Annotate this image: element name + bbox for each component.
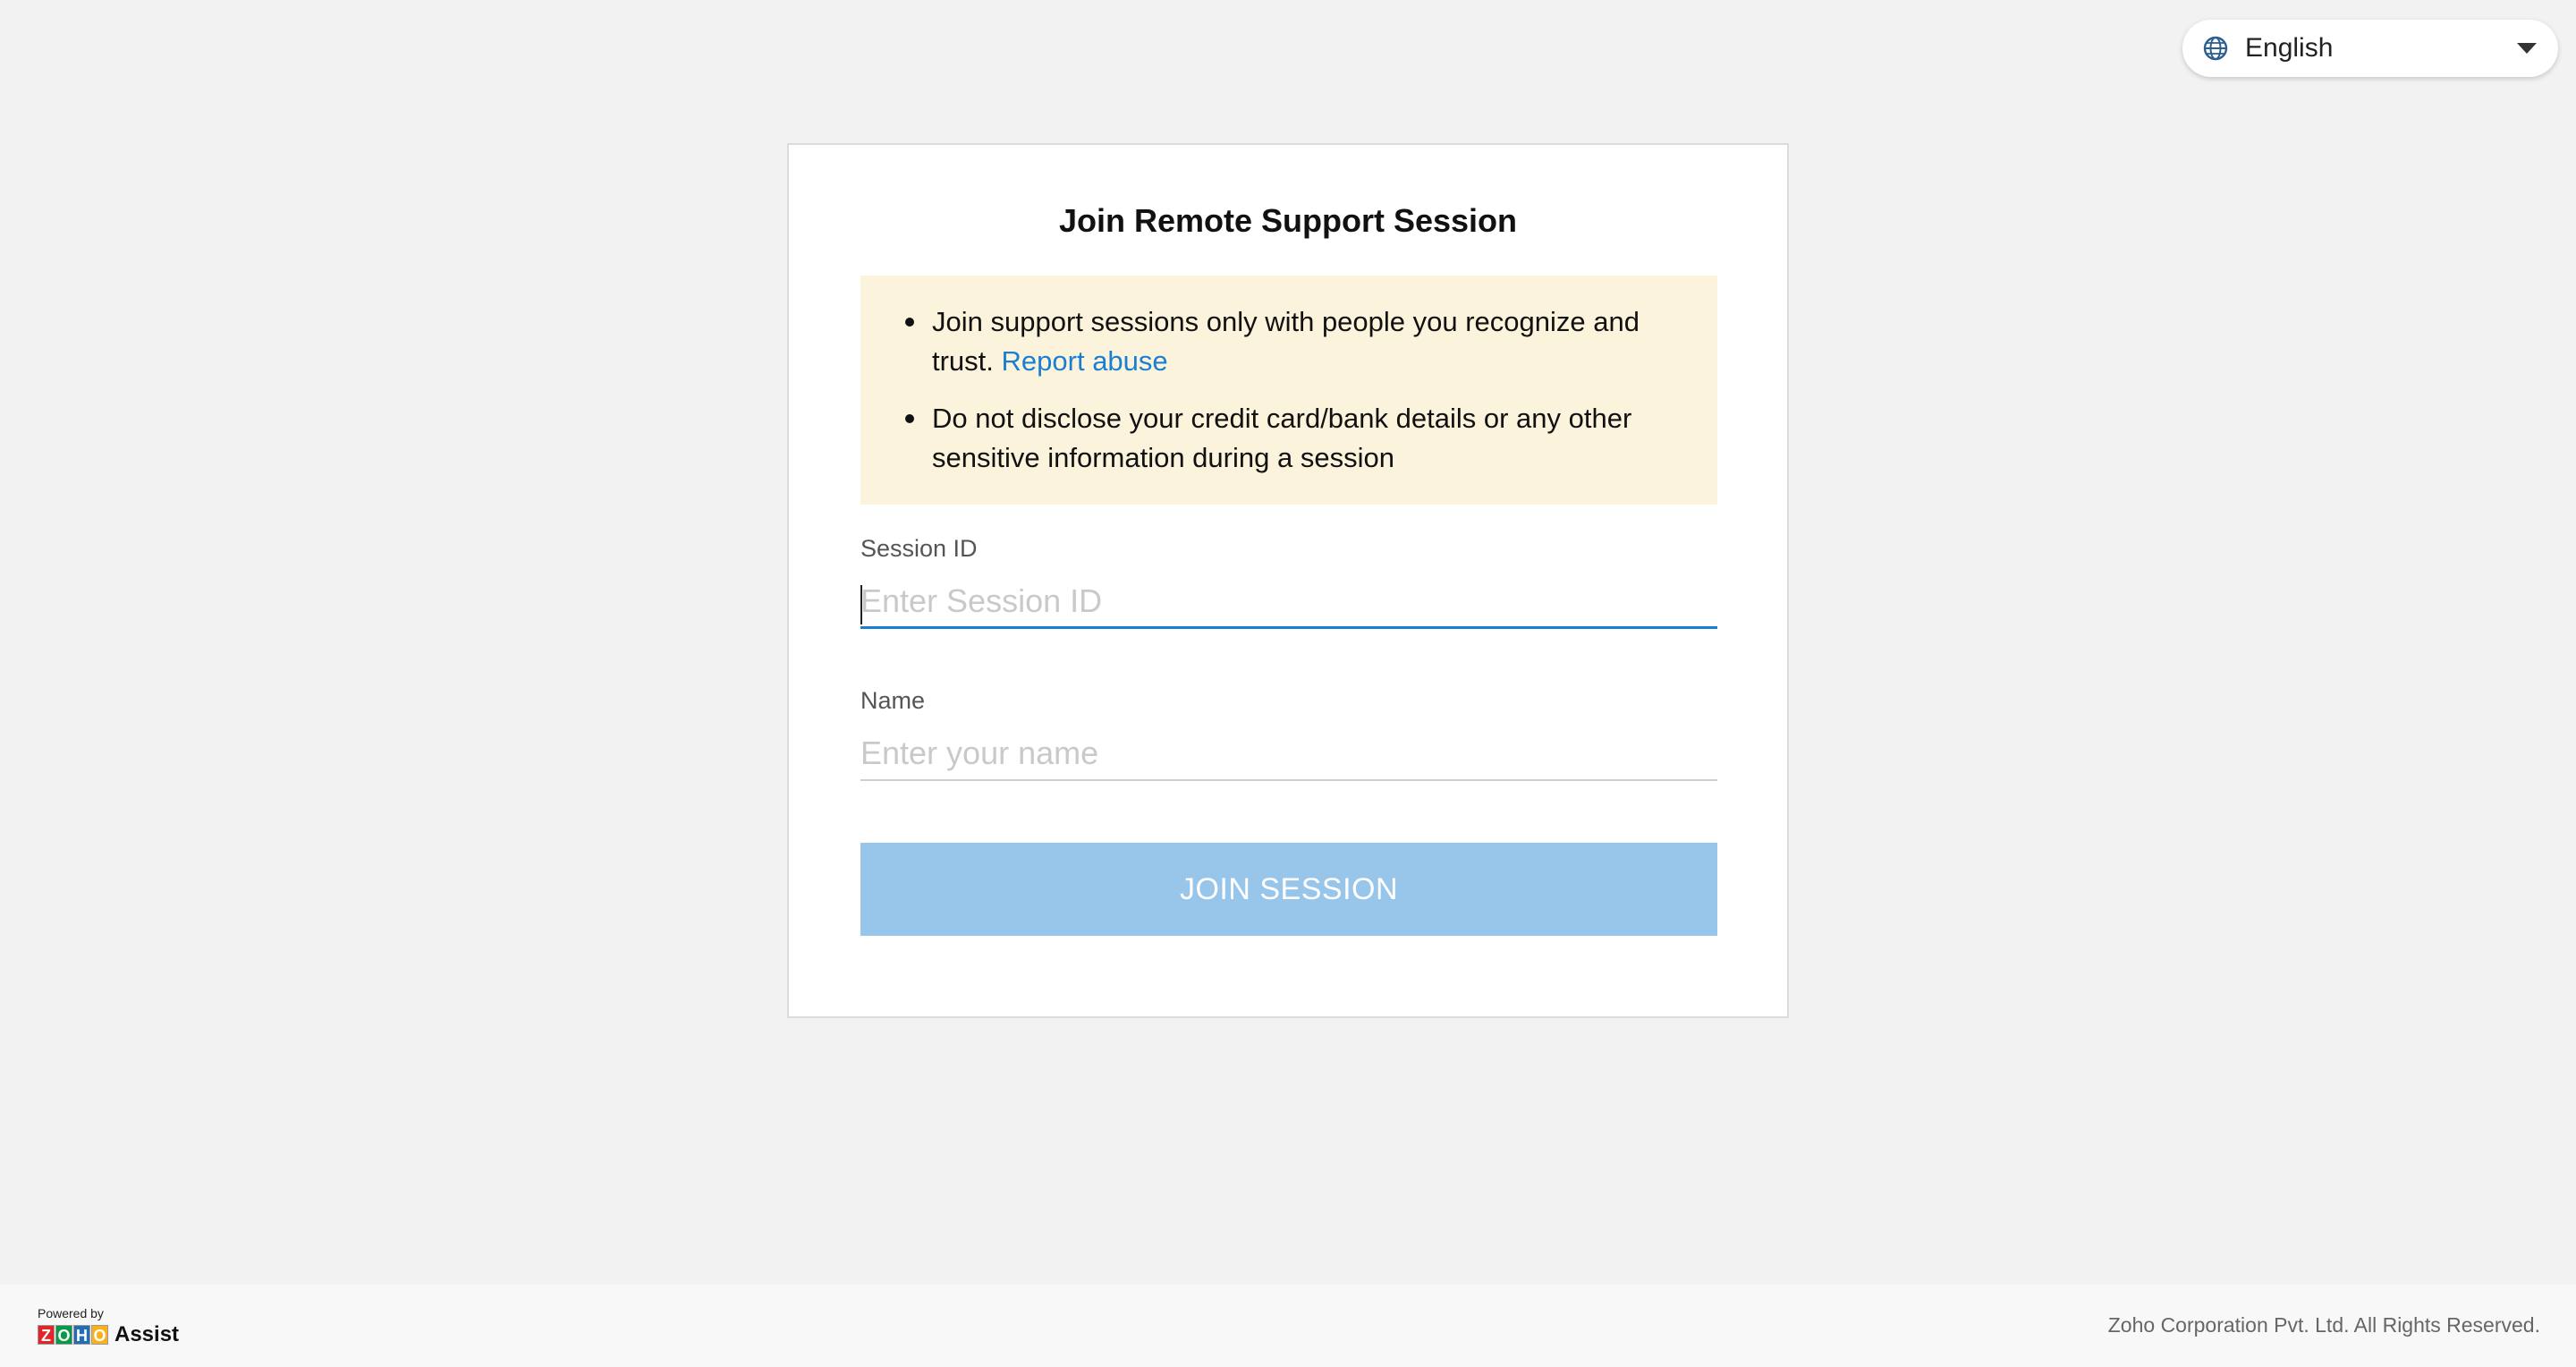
page: English Join Remote Support Session Join… <box>0 0 2576 1367</box>
bullet-icon <box>905 414 914 423</box>
name-field-group: Name <box>860 687 1717 781</box>
join-session-card: Join Remote Support Session Join support… <box>787 143 1789 1018</box>
copyright-text: Zoho Corporation Pvt. Ltd. All Rights Re… <box>2107 1313 2540 1337</box>
globe-icon <box>2202 35 2229 62</box>
powered-by-logo[interactable]: Powered by ZOHO Assist <box>38 1306 179 1347</box>
name-input[interactable] <box>860 727 1717 781</box>
zoho-logo-letter: O <box>91 1325 108 1345</box>
product-name: Assist <box>114 1322 180 1346</box>
report-abuse-link[interactable]: Report abuse <box>1002 345 1168 377</box>
notice-item: Join support sessions only with people y… <box>905 302 1682 381</box>
bullet-icon <box>905 318 914 327</box>
name-label: Name <box>860 687 926 714</box>
chevron-down-icon <box>2517 43 2537 54</box>
session-id-label: Session ID <box>860 535 978 562</box>
notice-item: Do not disclose your credit card/bank de… <box>905 399 1682 478</box>
zoho-logo-letter: Z <box>38 1325 55 1345</box>
language-label: English <box>2245 33 2334 63</box>
footer: Powered by ZOHO Assist Zoho Corporation … <box>0 1285 2576 1367</box>
page-title: Join Remote Support Session <box>1058 202 1518 239</box>
powered-by-text: Powered by <box>38 1306 104 1320</box>
language-select[interactable]: English <box>2182 20 2558 77</box>
session-id-input[interactable] <box>860 575 1717 629</box>
text-cursor <box>860 585 862 624</box>
zoho-logo: ZOHO <box>38 1325 109 1345</box>
join-session-button[interactable]: JOIN SESSION <box>860 843 1717 936</box>
session-id-field-group: Session ID <box>860 535 1717 629</box>
zoho-logo-letter: O <box>55 1325 72 1345</box>
security-notice: Join support sessions only with people y… <box>860 276 1717 505</box>
notice-item-text: Do not disclose your credit card/bank de… <box>932 403 1632 473</box>
zoho-logo-letter: H <box>73 1325 90 1345</box>
